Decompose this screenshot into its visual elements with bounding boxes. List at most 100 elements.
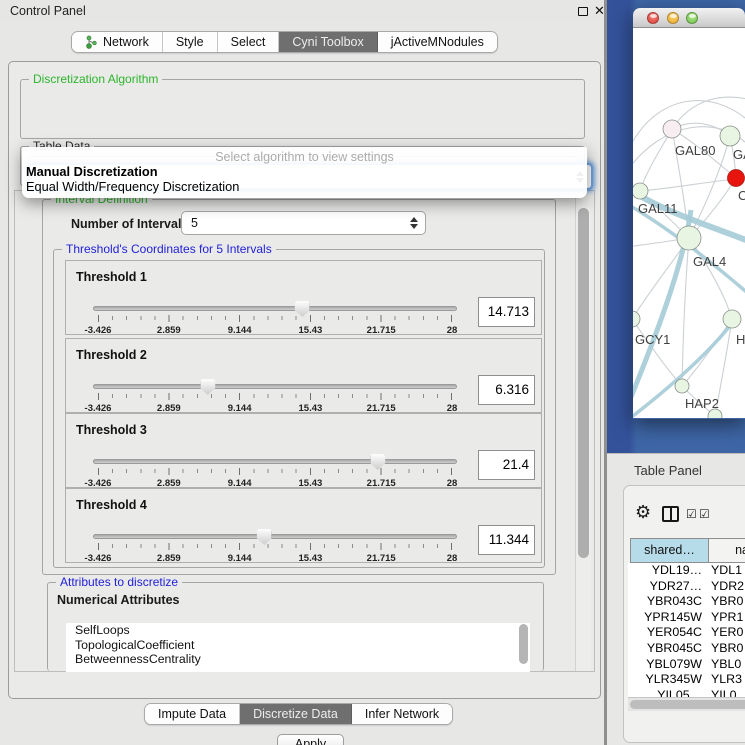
table-row[interactable]: YBR045CYBR0 (628, 641, 745, 657)
node-label-gal80: GAL80 (675, 143, 715, 158)
table-row[interactable]: YLR345WYLR3 (628, 672, 745, 688)
node-top-right (720, 126, 740, 146)
table-row[interactable]: YBR043CYBR0 (628, 594, 745, 610)
node-gal4 (677, 226, 701, 250)
tab-label: Select (231, 35, 266, 49)
table-rows: YDL19…YDL1YDR27…YDR2YBR043CYBR0YPR145WYP… (628, 563, 745, 697)
group-title: Threshold's Coordinates for 5 Intervals (62, 242, 276, 256)
tab-jactivemnodules[interactable]: jActiveMNodules (378, 32, 497, 52)
tick-label: 15.43 (299, 553, 323, 564)
threshold-label: Threshold 3 (76, 423, 147, 437)
tab-select[interactable]: Select (218, 32, 280, 52)
threshold-2-panel: Threshold 2 -3.4262.8599.14415.4321.7152… (65, 338, 542, 413)
network-icon (85, 35, 98, 49)
table-row[interactable]: YDL19…YDL1 (628, 563, 745, 579)
cyni-toolbox-content: Discretization Algorithm Select algorith… (8, 61, 601, 699)
slider-track[interactable] (93, 384, 457, 389)
horizontal-scrollbar-track[interactable] (628, 697, 745, 711)
tab-cyni-toolbox[interactable]: Cyni Toolbox (279, 32, 377, 52)
control-panel-titlebar: Control Panel ✕ (0, 0, 604, 22)
tick-label: 2.859 (157, 325, 181, 336)
tab-label: Network (103, 35, 149, 49)
column-header-name[interactable]: na (708, 538, 745, 563)
split-columns-icon[interactable] (662, 506, 679, 522)
numerical-attributes-list: SelfLoops TopologicalCoefficient Between… (66, 623, 530, 672)
list-item-topologicalcoefficient[interactable]: TopologicalCoefficient (66, 638, 530, 653)
threshold-4-slider[interactable]: -3.4262.8599.14415.4321.71528 (93, 530, 457, 564)
major-ticks (98, 543, 453, 550)
tick-label: 2.859 (157, 553, 181, 564)
table-row[interactable]: YDR27…YDR2 (628, 579, 745, 595)
tick-label: 9.144 (228, 553, 252, 564)
table-row[interactable]: YBL079WYBL0 (628, 657, 745, 673)
tab-discretize-data[interactable]: Discretize Data (240, 704, 352, 724)
number-of-intervals-combobox[interactable]: 5 (181, 211, 426, 235)
cell-shared-name: YBL079W (628, 657, 708, 673)
checkbox-icon[interactable]: ☑ (699, 507, 710, 521)
control-panel: Control Panel ✕ Network Style (0, 0, 604, 745)
table-header-row: shared… na (630, 538, 745, 563)
network-canvas[interactable]: GAL80 GA C GAL11 GAL4 GCY1 H HAP2 (633, 28, 745, 418)
popup-placeholder: Select algorithm to view settings (22, 150, 587, 164)
table-row[interactable]: YIL05…YIL0 (628, 688, 745, 697)
float-panel-icon[interactable] (578, 7, 588, 16)
vertical-scrollbar-track[interactable] (575, 192, 591, 671)
vertical-scrollbar-thumb[interactable] (578, 208, 589, 558)
node-gal80 (663, 120, 681, 138)
popup-item-equal-width-frequency[interactable]: Equal Width/Frequency Discretization (25, 179, 584, 194)
tick-label: -3.426 (85, 553, 112, 564)
table-panel: Table Panel ⚙ ☑ ☑ shared… na YDL19…YDL1Y… (607, 453, 745, 745)
threshold-value-field[interactable]: 14.713 (478, 297, 535, 327)
popup-item-manual-discretization[interactable]: Manual Discretization (25, 164, 584, 179)
node-h (723, 310, 741, 328)
network-desktop: GAL80 GA C GAL11 GAL4 GCY1 H HAP2 (607, 0, 745, 453)
network-window-titlebar[interactable] (633, 8, 745, 28)
table-row[interactable]: YPR145WYPR1 (628, 610, 745, 626)
cell-name: YPR1 (708, 610, 745, 626)
horizontal-scrollbar-thumb[interactable] (630, 700, 745, 709)
tab-style[interactable]: Style (163, 32, 218, 52)
network-view-window: GAL80 GA C GAL11 GAL4 GCY1 H HAP2 (633, 8, 745, 419)
table-panel-body: ⚙ ☑ ☑ shared… na YDL19…YDL1YDR27…YDR2YBR… (623, 485, 745, 743)
tick-label: 21.715 (367, 325, 396, 336)
threshold-3-slider[interactable]: -3.4262.8599.14415.4321.71528 (93, 455, 457, 489)
minimize-window-icon[interactable] (667, 12, 679, 24)
list-item-betweennesscentrality[interactable]: BetweennessCentrality (66, 652, 530, 667)
cell-shared-name: YBR043C (628, 594, 708, 610)
threshold-1-slider[interactable]: -3.4262.8599.14415.4321.71528 (93, 302, 457, 336)
cell-shared-name: YLR345W (628, 672, 708, 688)
cell-shared-name: YPR145W (628, 610, 708, 626)
tab-label: Style (176, 35, 204, 49)
threshold-value-field[interactable]: 6.316 (478, 375, 535, 405)
threshold-value-field[interactable]: 21.4 (478, 450, 535, 480)
tab-label: Impute Data (158, 707, 226, 721)
threshold-4-panel: Threshold 4 -3.4262.8599.14415.4321.7152… (65, 488, 542, 563)
slider-track[interactable] (93, 459, 457, 464)
cell-name: YBR0 (708, 594, 745, 610)
tab-impute-data[interactable]: Impute Data (145, 704, 240, 724)
tab-label: Cyni Toolbox (292, 35, 363, 49)
apply-button[interactable]: Apply (277, 734, 344, 745)
checkbox-icon[interactable]: ☑ (686, 507, 697, 521)
node-label-c: C (738, 188, 745, 203)
threshold-value-field[interactable]: 11.344 (478, 525, 535, 555)
cell-name: YDR2 (708, 579, 745, 595)
node-gal11 (633, 183, 648, 199)
list-scrollbar[interactable] (519, 624, 528, 664)
node-label-gal11: GAL11 (638, 201, 678, 216)
table-row[interactable]: YER054CYER0 (628, 625, 745, 641)
tab-infer-network[interactable]: Infer Network (352, 704, 452, 724)
list-item-selfloops[interactable]: SelfLoops (66, 623, 530, 638)
slider-track[interactable] (93, 306, 457, 311)
column-header-shared-name[interactable]: shared… (630, 538, 708, 563)
node-gcy1 (633, 311, 640, 327)
tab-network[interactable]: Network (72, 32, 163, 52)
threshold-2-slider[interactable]: -3.4262.8599.14415.4321.71528 (93, 380, 457, 414)
group-title: Discretization Algorithm (29, 72, 162, 86)
zoom-window-icon[interactable] (686, 12, 698, 24)
slider-track[interactable] (93, 534, 457, 539)
gear-icon[interactable]: ⚙ (635, 503, 651, 521)
close-window-icon[interactable] (647, 12, 659, 24)
node-hap2 (675, 379, 689, 393)
cell-shared-name: YBR045C (628, 641, 708, 657)
